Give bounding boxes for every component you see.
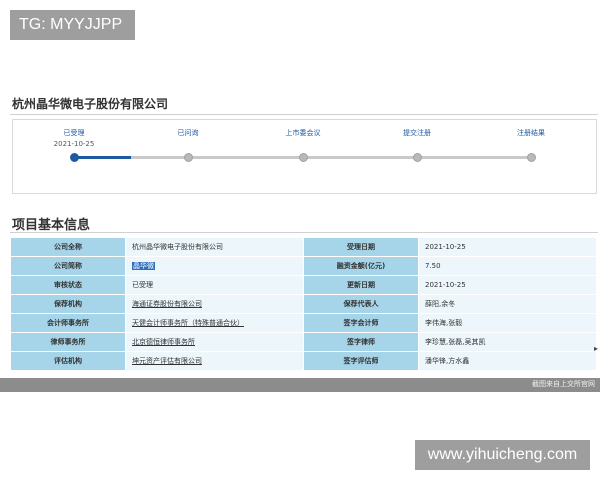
step-dot-inquired[interactable] [184, 153, 193, 162]
label-signing-lawyers: 签字律师 [303, 332, 419, 352]
project-info-table: 公司全称 杭州晶华微电子股份有限公司 受理日期 2021-10-25 公司简称 … [10, 237, 597, 371]
title-divider [10, 114, 598, 115]
step-label-registration-result[interactable]: 注册结果 [501, 128, 561, 138]
value-review-status: 已受理 [125, 275, 304, 295]
value-accept-date: 2021-10-25 [418, 237, 597, 257]
value-company-full-name: 杭州晶华微电子股份有限公司 [125, 237, 304, 257]
value-sponsor-representatives: 薛阳,余冬 [418, 294, 597, 314]
label-valuation-firm: 评估机构 [10, 351, 126, 371]
value-update-date: 2021-10-25 [418, 275, 597, 295]
tg-watermark: TG: MYYJJPP [10, 10, 135, 40]
label-update-date: 更新日期 [303, 275, 419, 295]
table-row: 审核状态 已受理 更新日期 2021-10-25 [10, 275, 597, 295]
progress-fill [73, 156, 131, 159]
value-signing-accountants: 李伟海,张毅 [418, 313, 597, 333]
label-accept-date: 受理日期 [303, 237, 419, 257]
value-signing-valuers: 潘华锋,方水鑫 [418, 351, 597, 371]
label-signing-valuers: 签字评估师 [303, 351, 419, 371]
source-caption-bar: 截图来自上交所官网 [0, 378, 600, 392]
scroll-arrow-icon[interactable]: ▸ [594, 344, 600, 353]
selected-text[interactable]: 晶华微 [132, 262, 155, 270]
value-company-short-name: 晶华微 [125, 256, 304, 276]
site-watermark: www.yihuicheng.com [415, 440, 590, 470]
section-title: 项目基本信息 [12, 218, 91, 233]
label-signing-accountants: 签字会计师 [303, 313, 419, 333]
step-dot-submit-registration[interactable] [413, 153, 422, 162]
step-dot-registration-result[interactable] [527, 153, 536, 162]
label-financing-amount: 融资金额(亿元) [303, 256, 419, 276]
step-label-inquired[interactable]: 已问询 [158, 128, 218, 138]
table-row: 公司全称 杭州晶华微电子股份有限公司 受理日期 2021-10-25 [10, 237, 597, 257]
label-sponsor-representatives: 保荐代表人 [303, 294, 419, 314]
table-row: 律师事务所 北京德恒律师事务所 签字律师 李珍慧,张磊,吴其凯 [10, 332, 597, 352]
label-sponsor: 保荐机构 [10, 294, 126, 314]
step-label-listing-committee[interactable]: 上市委会议 [273, 128, 333, 138]
section-divider [10, 232, 598, 233]
label-company-short-name: 公司简称 [10, 256, 126, 276]
company-title: 杭州晶华微电子股份有限公司 [12, 97, 169, 111]
step-label-submit-registration[interactable]: 提交注册 [387, 128, 447, 138]
value-signing-lawyers: 李珍慧,张磊,吴其凯 [418, 332, 597, 352]
table-row: 公司简称 晶华微 融资金额(亿元) 7.50 [10, 256, 597, 276]
value-accounting-firm-link[interactable]: 天健会计师事务所（特殊普通合伙） [125, 313, 304, 333]
value-sponsor-link[interactable]: 海通证券股份有限公司 [125, 294, 304, 314]
label-review-status: 审核状态 [10, 275, 126, 295]
label-company-full-name: 公司全称 [10, 237, 126, 257]
label-law-firm: 律师事务所 [10, 332, 126, 352]
label-accounting-firm: 会计师事务所 [10, 313, 126, 333]
value-law-firm-link[interactable]: 北京德恒律师事务所 [125, 332, 304, 352]
step-dot-accepted[interactable] [70, 153, 79, 162]
table-row: 保荐机构 海通证券股份有限公司 保荐代表人 薛阳,余冬 [10, 294, 597, 314]
value-financing-amount: 7.50 [418, 256, 597, 276]
source-caption: 截图来自上交所官网 [532, 380, 595, 388]
step-label-accepted[interactable]: 已受理 [44, 128, 104, 138]
table-row: 会计师事务所 天健会计师事务所（特殊普通合伙） 签字会计师 李伟海,张毅 [10, 313, 597, 333]
step-dot-listing-committee[interactable] [299, 153, 308, 162]
table-row: 评估机构 坤元资产评估有限公司 签字评估师 潘华锋,方水鑫 [10, 351, 597, 371]
value-valuation-firm-link[interactable]: 坤元资产评估有限公司 [125, 351, 304, 371]
step-date-accepted: 2021-10-25 [53, 140, 95, 148]
